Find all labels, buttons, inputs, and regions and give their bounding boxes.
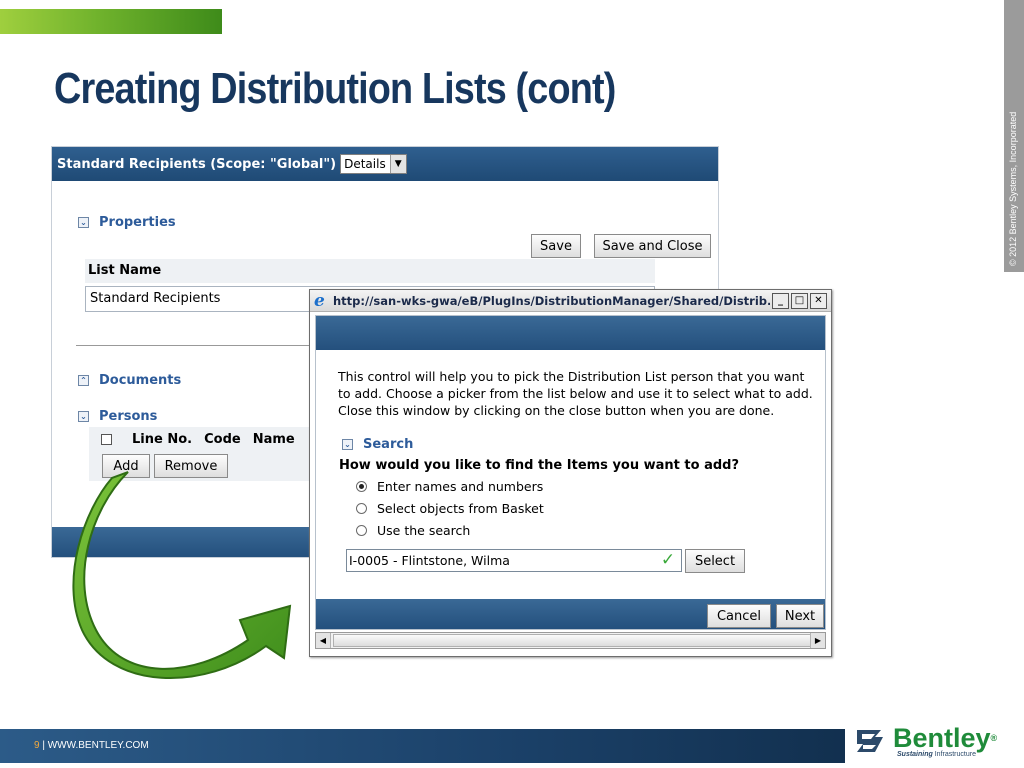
section-documents-label: Documents [99,373,182,388]
save-button[interactable]: Save [531,234,581,258]
internet-explorer-icon: e [314,290,325,311]
logo-wordmark: Bentley® Sustaining Infrastructure [893,722,998,758]
popup-url: http://san-wks-gwa/eB/PlugIns/Distributi… [333,293,770,308]
option-search-label: Use the search [377,523,471,538]
find-question: How would you like to find the Items you… [339,458,740,473]
expand-icon[interactable]: ⌃ [78,375,89,386]
collapse-icon[interactable]: ⌄ [78,411,89,422]
section-properties-label: Properties [99,215,176,230]
minimize-icon[interactable]: _ [772,292,789,309]
list-name-label: List Name [85,259,655,283]
page-number: 9 [34,740,40,751]
radio-unselected[interactable] [356,503,367,514]
maximize-icon[interactable]: □ [791,292,808,309]
checkmark-icon: ✓ [660,550,676,570]
view-select-value: Details [344,157,386,171]
view-select[interactable]: Details ▼ [340,154,407,174]
option-basket[interactable]: Select objects from Basket [356,501,544,516]
cancel-button[interactable]: Cancel [707,604,771,628]
curved-arrow-icon [72,471,292,679]
logo-tag-rest: Infrastructure [934,750,976,758]
footer-text: 9 | WWW.BENTLEY.COM [34,740,149,751]
option-enter-names-label: Enter names and numbers [377,479,544,494]
window-controls: _ □ ✕ [770,292,827,309]
logo-registered: ® [990,732,998,743]
section-documents[interactable]: ⌃ Documents [78,373,181,388]
popup-body: This control will help you to pick the D… [315,315,826,630]
select-all-checkbox[interactable] [101,433,112,445]
accent-bar [0,9,222,34]
form-header: Standard Recipients (Scope: "Global") De… [52,147,718,181]
slide-title: Creating Distribution Lists (cont) [54,64,616,113]
section-persons-label: Persons [99,409,158,424]
copyright-text: © 2012 Bentley Systems, Incorporated [1008,111,1018,266]
scroll-thumb[interactable] [333,634,811,647]
logo-text: Bentley [893,722,991,753]
option-search[interactable]: Use the search [356,523,470,538]
bentley-logo: Bentley® Sustaining Infrastructure [853,724,997,758]
popup-header-band [316,316,825,350]
popup-description: This control will help you to pick the D… [338,369,813,418]
scroll-right-icon[interactable]: ▶ [810,633,825,648]
column-name[interactable]: Name [253,432,295,447]
radio-selected[interactable] [356,481,367,492]
option-basket-label: Select objects from Basket [377,501,544,516]
collapse-icon[interactable]: ⌄ [342,439,353,450]
next-button[interactable]: Next [776,604,824,628]
picker-input[interactable]: I-0005 - Flintstone, Wilma [346,549,682,572]
column-line-no[interactable]: Line No. [132,432,192,447]
popup-titlebar[interactable]: e http://san-wks-gwa/eB/PlugIns/Distribu… [310,290,831,312]
form-header-title: Standard Recipients (Scope: "Global") [57,156,337,172]
bentley-b-icon [853,724,887,758]
option-enter-names[interactable]: Enter names and numbers [356,479,543,494]
logo-tag-bold: Sustaining [897,750,933,758]
footer-site[interactable]: | WWW.BENTLEY.COM [42,740,148,751]
picker-popup-window: e http://san-wks-gwa/eB/PlugIns/Distribu… [309,289,832,657]
persons-table-header: Line No. Code Name [89,427,319,451]
section-search-label: Search [363,437,414,452]
collapse-icon[interactable]: ⌄ [78,217,89,228]
section-properties[interactable]: ⌄ Properties [78,215,176,230]
select-button[interactable]: Select [685,549,745,573]
section-search[interactable]: ⌄ Search [342,437,413,452]
save-and-close-button[interactable]: Save and Close [594,234,711,258]
scroll-left-icon[interactable]: ◀ [316,633,331,648]
radio-unselected[interactable] [356,525,367,536]
copyright-notice: © 2012 Bentley Systems, Incorporated [1004,0,1024,272]
close-icon[interactable]: ✕ [810,292,827,309]
chevron-down-icon[interactable]: ▼ [389,155,406,173]
horizontal-scrollbar[interactable]: ◀ ▶ [315,632,826,649]
arrow-shape [72,471,292,679]
column-code[interactable]: Code [204,432,241,447]
section-persons[interactable]: ⌄ Persons [78,409,157,424]
